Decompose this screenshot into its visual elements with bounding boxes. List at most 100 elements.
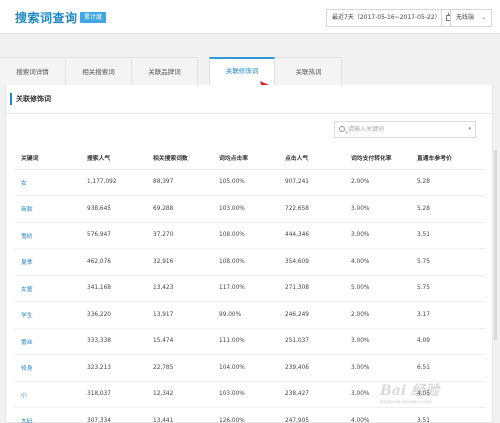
- table-cell: 5.75: [411, 248, 485, 276]
- table-row: 雪纺 576,947 37,270 108.00% 444,346 3.00% …: [15, 222, 485, 249]
- table-cell: 1,177,092: [81, 169, 147, 196]
- chevron-down-icon: ▾: [468, 126, 471, 132]
- table-cell: 5.28: [411, 169, 485, 196]
- table-cell: 12,342: [147, 381, 213, 408]
- date-range-text: 最近7天（2017-05-16~2017-05-22）: [332, 14, 441, 21]
- date-range-selector[interactable]: 最近7天（2017-05-16~2017-05-22）: [326, 9, 457, 27]
- table-cell: 15,474: [147, 328, 213, 355]
- tab-related-search-terms[interactable]: 相关搜索词: [66, 57, 132, 85]
- table-cell: 336,220: [81, 301, 147, 329]
- search-icon: [339, 126, 345, 132]
- table-cell: 5.00%: [345, 275, 411, 302]
- table-cell: 907,241: [279, 169, 345, 196]
- section-divider: [6, 113, 494, 114]
- table-cell: 117.00%: [213, 275, 279, 302]
- column-header-related-term-count[interactable]: 相关搜索词数: [147, 147, 213, 170]
- table-cell: 3.00%: [345, 195, 411, 223]
- search-placeholder: 请输入关键词: [348, 126, 385, 133]
- table-cell: 37,270: [147, 222, 213, 249]
- table-cell: 3.17: [411, 301, 485, 329]
- table-cell: 3.51: [411, 222, 485, 249]
- table-cell: 251,037: [279, 328, 345, 355]
- table-cell: 5.75: [411, 275, 485, 302]
- cumulative-badge: 累计度: [80, 12, 107, 23]
- table-row: 修身 323,213 22,785 104.00% 239,406 3.00% …: [15, 354, 485, 382]
- table-cell: 722,658: [279, 195, 345, 223]
- table-row: 蕾丝 333,338 15,474 111.00% 251,037 3.00% …: [15, 328, 485, 355]
- table-row: 女童 341,168 13,423 117.00% 271,308 5.00% …: [15, 275, 485, 302]
- tab-search-term-details[interactable]: 搜索词详情: [0, 57, 66, 85]
- table-cell: 13,423: [147, 275, 213, 302]
- table-row: 夏季 462,076 32,916 108.00% 354,609 4.00% …: [15, 248, 485, 276]
- table-cell: 444,346: [279, 222, 345, 249]
- table-cell: 111.00%: [213, 328, 279, 355]
- tab-bar: 搜索词详情 相关搜索词 关联品牌词 关联修饰词 关联热词: [0, 57, 500, 86]
- table-cell: 239,406: [279, 354, 345, 382]
- tab-related-modifier-terms[interactable]: 关联修饰词: [209, 57, 275, 86]
- table-cell: 13,917: [147, 301, 213, 329]
- keyword-link[interactable]: 女: [15, 169, 81, 196]
- table-cell: 126.00%: [213, 407, 279, 423]
- table-cell: 4.09: [411, 328, 485, 355]
- table-cell: 22,785: [147, 354, 213, 382]
- page-title: 搜索词查询: [15, 11, 78, 25]
- keyword-link[interactable]: 学生: [15, 301, 81, 329]
- table-cell: 88,397: [147, 169, 213, 196]
- device-selector[interactable]: 无线端 ⌄: [450, 9, 492, 27]
- device-text: 无线端: [456, 14, 475, 21]
- table-cell: 108.00%: [213, 248, 279, 276]
- column-header-avg-ctr[interactable]: 词均点击率: [213, 147, 279, 170]
- table-cell: 307,334: [81, 407, 147, 423]
- column-header-avg-conversion[interactable]: 词均支付转化率: [345, 147, 411, 170]
- table-cell: 6.51: [411, 354, 485, 382]
- table-cell: 246,249: [279, 301, 345, 329]
- table-cell: 238,427: [279, 381, 345, 408]
- keyword-link[interactable]: 小: [15, 381, 81, 408]
- keyword-link[interactable]: 修身: [15, 354, 81, 382]
- vertical-scrollbar[interactable]: [494, 150, 497, 340]
- column-header-cpc-reference[interactable]: 直通车参考价: [411, 147, 485, 170]
- table-cell: 247,905: [279, 407, 345, 423]
- table-cell: 938,645: [81, 195, 147, 223]
- tab-related-hot-terms[interactable]: 关联热词: [276, 57, 342, 85]
- watermark-subtext: jingyan.baidu.com: [380, 399, 432, 405]
- table-cell: 354,609: [279, 248, 345, 276]
- baidu-jingyan-watermark: Bai 经验 jingyan.baidu.com: [380, 380, 490, 410]
- table-row: 学生 336,220 13,917 99.00% 246,249 2.00% 3…: [15, 301, 485, 329]
- watermark-text: Bai 经验: [380, 383, 440, 399]
- table-cell: 318,037: [81, 381, 147, 408]
- keyword-link[interactable]: 新款: [15, 195, 81, 223]
- table-cell: 99.00%: [213, 301, 279, 329]
- keyword-link[interactable]: 雪纺: [15, 222, 81, 249]
- keyword-link[interactable]: 大码: [15, 407, 81, 423]
- keyword-search-input[interactable]: 请输入关键词 ▾: [334, 121, 476, 138]
- column-header-click-popularity[interactable]: 点击人气: [279, 147, 345, 170]
- keyword-link[interactable]: 蕾丝: [15, 328, 81, 355]
- table-cell: 333,338: [81, 328, 147, 355]
- column-header-keyword[interactable]: 关键词: [15, 147, 81, 170]
- table-cell: 341,168: [81, 275, 147, 302]
- keyword-link[interactable]: 女童: [15, 275, 81, 302]
- table-cell: 462,076: [81, 248, 147, 276]
- table-cell: 103.00%: [213, 195, 279, 223]
- top-header: 搜索词查询 累计度 最近7天（2017-05-16~2017-05-22） 无线…: [0, 0, 500, 34]
- table-row: 女 1,177,092 88,397 105.00% 907,241 2.00%…: [15, 169, 485, 196]
- table-cell: 323,213: [81, 354, 147, 382]
- keyword-link[interactable]: 夏季: [15, 248, 81, 276]
- tab-related-brand-terms[interactable]: 关联品牌词: [132, 57, 198, 85]
- chevron-down-icon: ⌄: [480, 14, 486, 21]
- table-row: 新款 938,645 69,288 103.00% 722,658 3.00% …: [15, 195, 485, 223]
- column-header-search-popularity[interactable]: 搜索人气: [81, 147, 147, 170]
- table-cell: 103.00%: [213, 381, 279, 408]
- table-cell: 3.00%: [345, 354, 411, 382]
- table-cell: 4.00%: [345, 248, 411, 276]
- table-cell: 2.00%: [345, 169, 411, 196]
- table-cell: 13,441: [147, 407, 213, 423]
- table-cell: 69,288: [147, 195, 213, 223]
- table-cell: 271,308: [279, 275, 345, 302]
- table-cell: 108.00%: [213, 222, 279, 249]
- table-cell: 32,916: [147, 248, 213, 276]
- table-cell: 5.28: [411, 195, 485, 223]
- table-cell: 105.00%: [213, 169, 279, 196]
- section-title: 关联修饰词: [10, 93, 51, 105]
